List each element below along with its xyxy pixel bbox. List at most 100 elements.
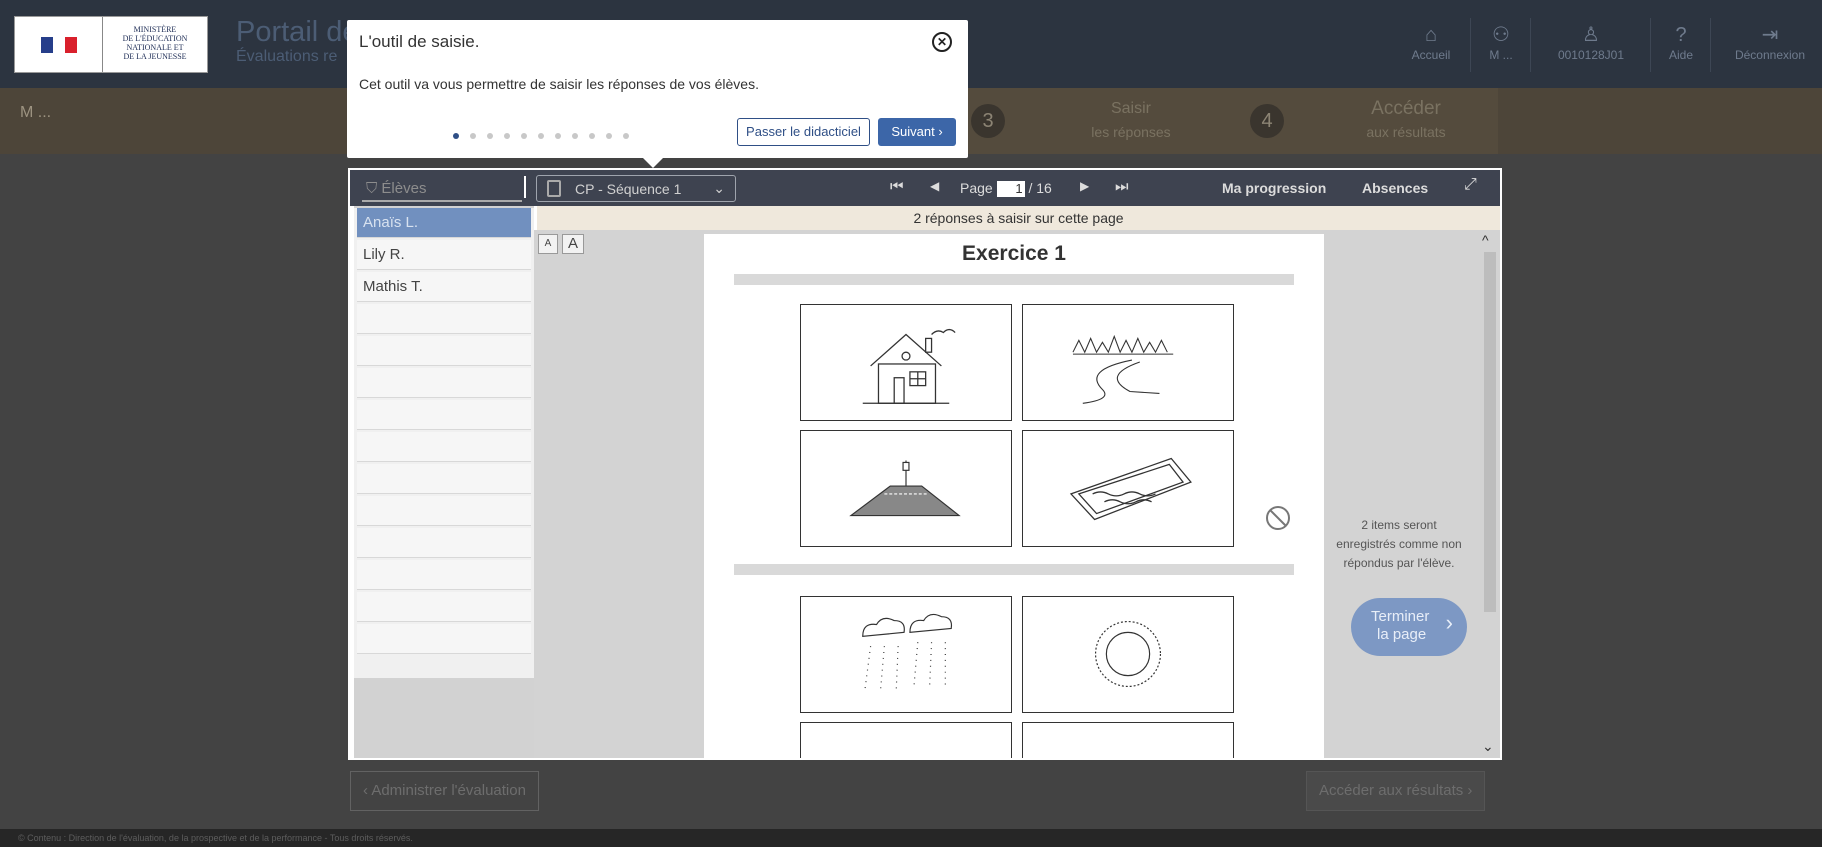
nav-divider <box>1710 18 1711 72</box>
scroll-up-icon[interactable]: ^ <box>1482 232 1489 248</box>
first-page-icon[interactable]: ⏮ <box>890 178 904 195</box>
pagination-dot[interactable] <box>453 133 459 139</box>
finish-page-button[interactable]: Terminer la page › <box>1351 598 1467 656</box>
users-icon: ⚇ <box>1492 24 1510 46</box>
sun-image[interactable] <box>1022 596 1234 713</box>
exercise-area: A A Exercice 1 2 items seront enregistré… <box>534 230 1500 758</box>
house-image[interactable] <box>800 304 1012 421</box>
document-icon <box>547 180 561 197</box>
administer-evaluation-button[interactable]: ‹ Administrer l'évaluation <box>350 771 539 811</box>
republic-flag-icon <box>15 17 103 72</box>
user-icon: ♙ <box>1582 24 1600 46</box>
pagination-dot[interactable] <box>623 133 629 139</box>
chevron-right-icon: › <box>1445 610 1453 635</box>
home-icon: ⌂ <box>1424 24 1438 46</box>
graduation-cap-icon: ⛉ <box>366 180 382 197</box>
nav-help-button[interactable]: ? Aide <box>1656 22 1706 72</box>
skip-tutorial-button[interactable]: Passer le didacticiel <box>737 118 870 146</box>
portal-subtitle: Évaluations re <box>236 48 338 65</box>
empty-row <box>357 592 531 622</box>
last-page-icon[interactable]: ⏭ <box>1115 178 1129 195</box>
font-smaller-button[interactable]: A <box>538 234 558 254</box>
student-item[interactable]: Anaïs L. <box>357 208 531 238</box>
portal-title: Portail de <box>236 16 359 48</box>
next-button[interactable]: Suivant › <box>878 118 956 146</box>
nav-divider <box>1650 18 1651 72</box>
empty-row <box>357 624 531 654</box>
step-4-subtitle: aux résultats <box>1366 124 1446 140</box>
forest-road-image[interactable] <box>1022 304 1234 421</box>
font-larger-button[interactable]: A <box>562 234 584 254</box>
snow-clouds-image[interactable] <box>800 596 1012 713</box>
nav-account-button[interactable]: ♙ 0010128J01 <box>1536 22 1646 72</box>
crossing-road-image[interactable] <box>800 430 1012 547</box>
pagination-dot[interactable] <box>538 133 544 139</box>
pagination-dot[interactable] <box>487 133 493 139</box>
empty-row <box>357 560 531 590</box>
page-scrollbar[interactable]: ^ ⌄ <box>1480 230 1500 758</box>
sequence-select[interactable]: CP - Séquence 1 ⌄ <box>536 175 736 202</box>
empty-row <box>357 368 531 398</box>
side-panel: 2 items seront enregistrés comme non rép… <box>1266 234 1500 758</box>
tutorial-pagination <box>453 126 640 144</box>
access-results-button[interactable]: Accéder aux résultats › <box>1306 771 1486 811</box>
logout-icon: ⇥ <box>1761 24 1779 46</box>
step-3-subtitle: les réponses <box>1091 124 1171 140</box>
entry-tool-panel: ⛉ Élèves CP - Séquence 1 ⌄ ⏮ ◀ Page 1 / … <box>348 168 1502 760</box>
prev-page-icon[interactable]: ◀ <box>930 179 939 193</box>
ministry-name: MINISTÈRE DE L'ÉDUCATION NATIONALE ET DE… <box>122 25 188 61</box>
page-input[interactable]: 1 <box>996 181 1025 198</box>
separator-bar <box>734 564 1294 575</box>
step-4-title: Accéder <box>1371 98 1441 119</box>
students-list: Anaïs L. Lily R. Mathis T. <box>354 208 534 678</box>
pagination-dot[interactable] <box>572 133 578 139</box>
tutorial-popup: L'outil de saisie. ✕ Cet outil va vous p… <box>347 20 968 168</box>
empty-row <box>357 336 531 366</box>
page-label: Page <box>960 180 993 196</box>
scrollbar-thumb[interactable] <box>1484 252 1496 612</box>
pagination-dot[interactable] <box>470 133 476 139</box>
exercise-image[interactable] <box>800 722 1012 758</box>
pagination-dot[interactable] <box>589 133 595 139</box>
empty-row <box>357 464 531 494</box>
progress-link[interactable]: Ma progression <box>1222 180 1326 196</box>
ministry-logo: MINISTÈRE DE L'ÉDUCATION NATIONALE ET DE… <box>14 16 208 73</box>
pagination-dot[interactable] <box>521 133 527 139</box>
empty-row <box>357 304 531 334</box>
nav-home-button[interactable]: ⌂ Accueil <box>1396 22 1466 72</box>
close-icon[interactable]: ✕ <box>932 32 952 52</box>
exercise-title: Exercice 1 <box>962 242 1066 265</box>
no-answer-icon[interactable] <box>1264 504 1292 537</box>
fullscreen-icon[interactable]: ⤢ <box>1464 176 1477 194</box>
empty-row <box>357 496 531 526</box>
chevron-down-icon: ⌄ <box>713 180 725 196</box>
help-icon: ? <box>1675 24 1687 46</box>
user-name: M ... <box>20 104 52 121</box>
nav-users-button[interactable]: ⚇ M ... <box>1476 22 1526 72</box>
unanswered-info: 2 items seront enregistrés comme non rép… <box>1336 518 1462 570</box>
tab-divider <box>524 176 526 198</box>
scroll-down-icon[interactable]: ⌄ <box>1482 738 1494 755</box>
empty-row <box>357 400 531 430</box>
pagination-dot[interactable] <box>606 133 612 139</box>
separator-bar <box>734 274 1294 285</box>
step-number-3: 3 <box>971 104 1005 138</box>
pagination-dot[interactable] <box>555 133 561 139</box>
absences-link[interactable]: Absences <box>1362 180 1428 196</box>
footer-copyright: © Contenu : Direction de l'évaluation, d… <box>0 829 1822 847</box>
empty-row <box>357 432 531 462</box>
next-page-icon[interactable]: ▶ <box>1080 179 1089 193</box>
pool-image[interactable] <box>1022 430 1234 547</box>
page-total: / 16 <box>1028 180 1052 196</box>
pagination-dot[interactable] <box>504 133 510 139</box>
step-number-4: 4 <box>1250 104 1284 138</box>
nav-divider <box>1470 18 1471 72</box>
student-item[interactable]: Mathis T. <box>357 272 531 302</box>
nav-logout-button[interactable]: ⇥ Déconnexion <box>1722 22 1818 72</box>
exercise-image[interactable] <box>1022 722 1234 758</box>
tutorial-title: L'outil de saisie. <box>359 32 480 51</box>
student-item[interactable]: Lily R. <box>357 240 531 270</box>
answers-notice: 2 réponses à saisir sur cette page <box>537 206 1500 230</box>
empty-row <box>357 528 531 558</box>
students-tab[interactable]: ⛉ Élèves <box>362 172 526 202</box>
